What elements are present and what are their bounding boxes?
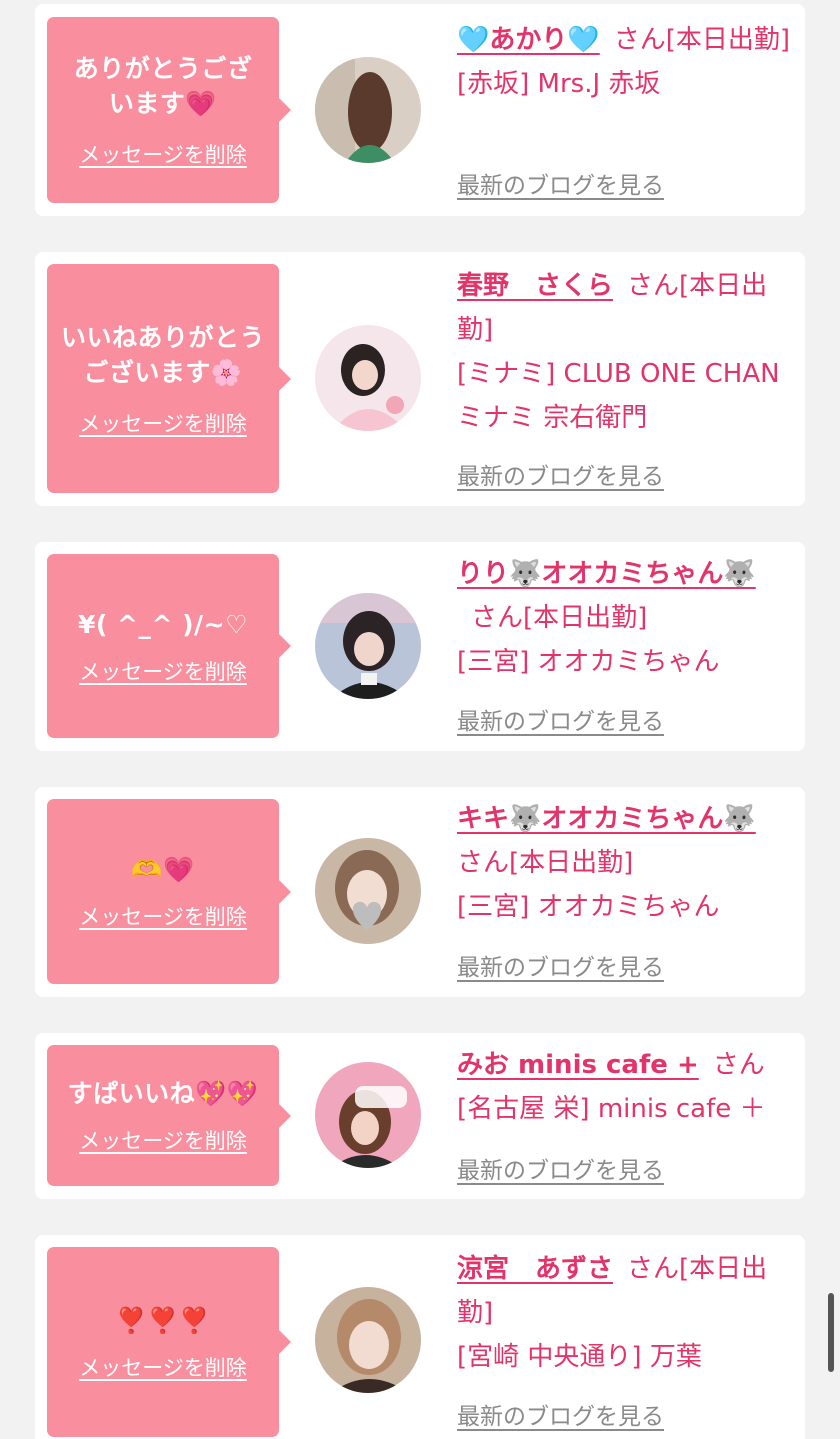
message-bubble: ありがとうございます💗 メッセージを削除 bbox=[47, 17, 291, 203]
message-text: ¥( ^_^ )/~♡ bbox=[77, 609, 249, 639]
latest-blog-link[interactable]: 最新のブログを見る bbox=[457, 948, 664, 982]
cast-name-link[interactable]: キキ🐺オオカミちゃん🐺 bbox=[457, 804, 756, 834]
cast-info: 🩵あかり🩵 さん[本日出勤] [赤坂] Mrs.J 赤坂 bbox=[457, 18, 792, 106]
avatar[interactable] bbox=[315, 1062, 421, 1168]
latest-blog-link[interactable]: 最新のブログを見る bbox=[457, 1151, 664, 1185]
delete-message-link[interactable]: メッセージを削除 bbox=[79, 139, 247, 169]
scrollbar[interactable] bbox=[828, 1293, 834, 1372]
message-card: すぱいいね💖💖 メッセージを削除 みお minis cafe + さん [名古屋 … bbox=[35, 1033, 805, 1199]
avatar-photo bbox=[315, 1062, 421, 1168]
shop-name: [三宮] オオカミちゃん bbox=[457, 647, 720, 677]
cast-info: 涼宮 あずさ さん[本日出勤] [宮崎 中央通り] 万葉 bbox=[457, 1247, 792, 1379]
avatar[interactable] bbox=[315, 325, 421, 431]
cast-info: みお minis cafe + さん [名古屋 栄] minis cafe ＋ bbox=[457, 1043, 792, 1131]
cast-status: さん[本日出勤] bbox=[471, 603, 648, 633]
latest-blog-link[interactable]: 最新のブログを見る bbox=[457, 457, 664, 491]
avatar-photo bbox=[315, 57, 421, 163]
avatar-photo bbox=[315, 838, 421, 944]
message-card: ❣️❣️❣️ メッセージを削除 涼宮 あずさ さん[本日出勤] [宮崎 中央通り]… bbox=[35, 1235, 805, 1439]
cast-name-link[interactable]: 涼宮 あずさ bbox=[457, 1254, 613, 1284]
cast-info: キキ🐺オオカミちゃん🐺 さん[本日出勤] [三宮] オオカミちゃん bbox=[457, 797, 792, 929]
message-text: 🫶💗 bbox=[131, 855, 195, 884]
delete-message-link[interactable]: メッセージを削除 bbox=[79, 656, 247, 686]
message-bubble: 🫶💗 メッセージを削除 bbox=[47, 799, 291, 984]
message-card: 🫶💗 メッセージを削除 キキ🐺オオカミちゃん🐺 さん[本日出勤] [三宮] オオ… bbox=[35, 787, 805, 997]
message-text: すぱいいね💖💖 bbox=[67, 1079, 259, 1108]
message-text: いいねありがとうございます🌸 bbox=[60, 322, 265, 387]
cast-status: さん bbox=[712, 1050, 765, 1080]
message-card: ¥( ^_^ )/~♡ メッセージを削除 りり🐺オオカミちゃん🐺 さん[本日出勤]… bbox=[35, 542, 805, 751]
cast-info: りり🐺オオカミちゃん🐺 さん[本日出勤] [三宮] オオカミちゃん bbox=[457, 552, 792, 684]
message-bubble: すぱいいね💖💖 メッセージを削除 bbox=[47, 1045, 291, 1186]
message-card: いいねありがとうございます🌸 メッセージを削除 春野 さくら さん[本日出勤] [… bbox=[35, 252, 805, 506]
cast-status: さん[本日出勤] bbox=[457, 848, 634, 878]
shop-name: [宮崎 中央通り] 万葉 bbox=[457, 1342, 702, 1372]
avatar[interactable] bbox=[315, 593, 421, 699]
delete-message-link[interactable]: メッセージを削除 bbox=[79, 1352, 247, 1382]
message-text: ありがとうございます💗 bbox=[73, 54, 253, 118]
avatar[interactable] bbox=[315, 1287, 421, 1393]
shop-name: [三宮] オオカミちゃん bbox=[457, 892, 720, 922]
cast-status: さん[本日出勤] bbox=[613, 25, 791, 55]
cast-name-link[interactable]: みお minis cafe + bbox=[457, 1050, 699, 1080]
latest-blog-link[interactable]: 最新のブログを見る bbox=[457, 1397, 664, 1431]
cast-info: 春野 さくら さん[本日出勤] [ミナミ] CLUB ONE CHAN ミナミ 宗… bbox=[457, 264, 792, 440]
message-bubble: ¥( ^_^ )/~♡ メッセージを削除 bbox=[47, 554, 291, 738]
shop-name: [赤坂] Mrs.J 赤坂 bbox=[457, 69, 661, 99]
cast-name-link[interactable]: 春野 さくら bbox=[457, 271, 613, 301]
cast-name-link[interactable]: 🩵あかり🩵 bbox=[457, 25, 600, 55]
delete-message-link[interactable]: メッセージを削除 bbox=[79, 408, 247, 438]
avatar-photo bbox=[315, 1287, 421, 1393]
message-text: ❣️❣️❣️ bbox=[115, 1305, 211, 1335]
message-bubble: いいねありがとうございます🌸 メッセージを削除 bbox=[47, 264, 291, 493]
avatar[interactable] bbox=[315, 838, 421, 944]
delete-message-link[interactable]: メッセージを削除 bbox=[79, 901, 247, 931]
cast-name-link[interactable]: りり🐺オオカミちゃん🐺 bbox=[457, 559, 756, 589]
message-bubble: ❣️❣️❣️ メッセージを削除 bbox=[47, 1247, 291, 1437]
avatar[interactable] bbox=[315, 57, 421, 163]
delete-message-link[interactable]: メッセージを削除 bbox=[79, 1125, 247, 1155]
shop-name: [名古屋 栄] minis cafe ＋ bbox=[457, 1094, 766, 1124]
latest-blog-link[interactable]: 最新のブログを見る bbox=[457, 702, 664, 736]
avatar-photo bbox=[315, 325, 421, 431]
latest-blog-link[interactable]: 最新のブログを見る bbox=[457, 166, 664, 200]
shop-name: [ミナミ] CLUB ONE CHAN ミナミ 宗右衛門 bbox=[457, 359, 780, 433]
avatar-photo bbox=[315, 593, 421, 699]
message-card: ありがとうございます💗 メッセージを削除 🩵あかり🩵 さん[本日出勤] [赤坂] … bbox=[35, 4, 805, 216]
